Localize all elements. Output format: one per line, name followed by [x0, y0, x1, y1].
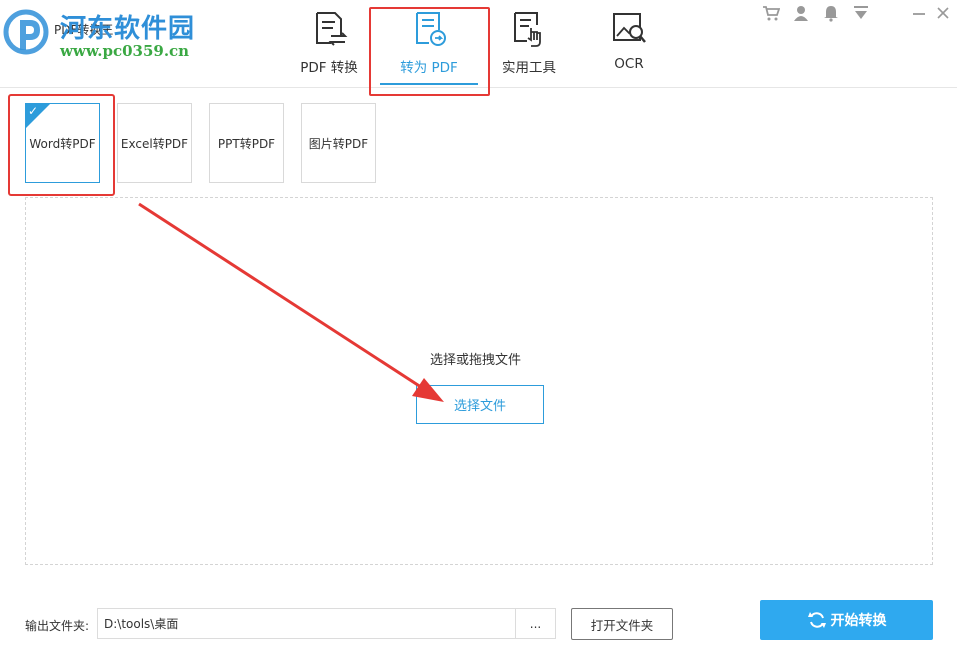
highlight-box-subtab: [8, 94, 115, 196]
output-folder-label: 输出文件夹:: [25, 617, 89, 634]
tab-pdf-convert[interactable]: PDF 转换: [279, 10, 379, 80]
minimize-icon[interactable]: [910, 4, 928, 22]
tab-label: OCR: [579, 56, 679, 72]
output-folder-field: ...: [97, 608, 556, 639]
file-drop-zone[interactable]: 选择或拖拽文件 选择文件: [25, 197, 933, 565]
watermark-url: www.pc0359.cn: [60, 42, 189, 60]
image-search-icon: [609, 10, 649, 48]
subtab-ppt-to-pdf[interactable]: PPT转PDF: [209, 103, 284, 183]
tab-ocr[interactable]: OCR: [579, 10, 679, 80]
subtab-excel-to-pdf[interactable]: Excel转PDF: [117, 103, 192, 183]
open-folder-button[interactable]: 打开文件夹: [571, 608, 673, 640]
start-convert-button[interactable]: 开始转换: [760, 600, 933, 640]
tab-label: 实用工具: [479, 56, 579, 76]
subtab-image-to-pdf[interactable]: 图片转PDF: [301, 103, 376, 183]
output-path-input[interactable]: [98, 609, 516, 638]
drop-hint: 选择或拖拽文件: [430, 349, 521, 368]
watermark: 河东软件园 www.pc0359.cn: [0, 0, 200, 80]
cart-icon[interactable]: [762, 4, 780, 22]
user-icon[interactable]: [792, 4, 810, 22]
refresh-icon: [807, 610, 827, 630]
close-icon[interactable]: [934, 4, 952, 22]
subtab-label: PPT转PDF: [218, 135, 275, 152]
subtab-label: 图片转PDF: [309, 135, 368, 152]
bell-icon[interactable]: [822, 4, 840, 22]
tools-hand-icon: [509, 10, 549, 48]
tab-label: PDF 转换: [279, 56, 379, 76]
document-convert-icon: [309, 10, 349, 48]
choose-file-button[interactable]: 选择文件: [416, 385, 544, 424]
highlight-box-tab: [369, 7, 490, 96]
start-convert-label: 开始转换: [831, 610, 887, 630]
watermark-logo-icon: [2, 6, 54, 58]
menu-icon[interactable]: [852, 4, 870, 22]
browse-button[interactable]: ...: [515, 609, 555, 638]
tab-utilities[interactable]: 实用工具: [479, 10, 579, 80]
subtab-label: Excel转PDF: [121, 135, 188, 152]
watermark-site-name: 河东软件园: [60, 8, 195, 45]
